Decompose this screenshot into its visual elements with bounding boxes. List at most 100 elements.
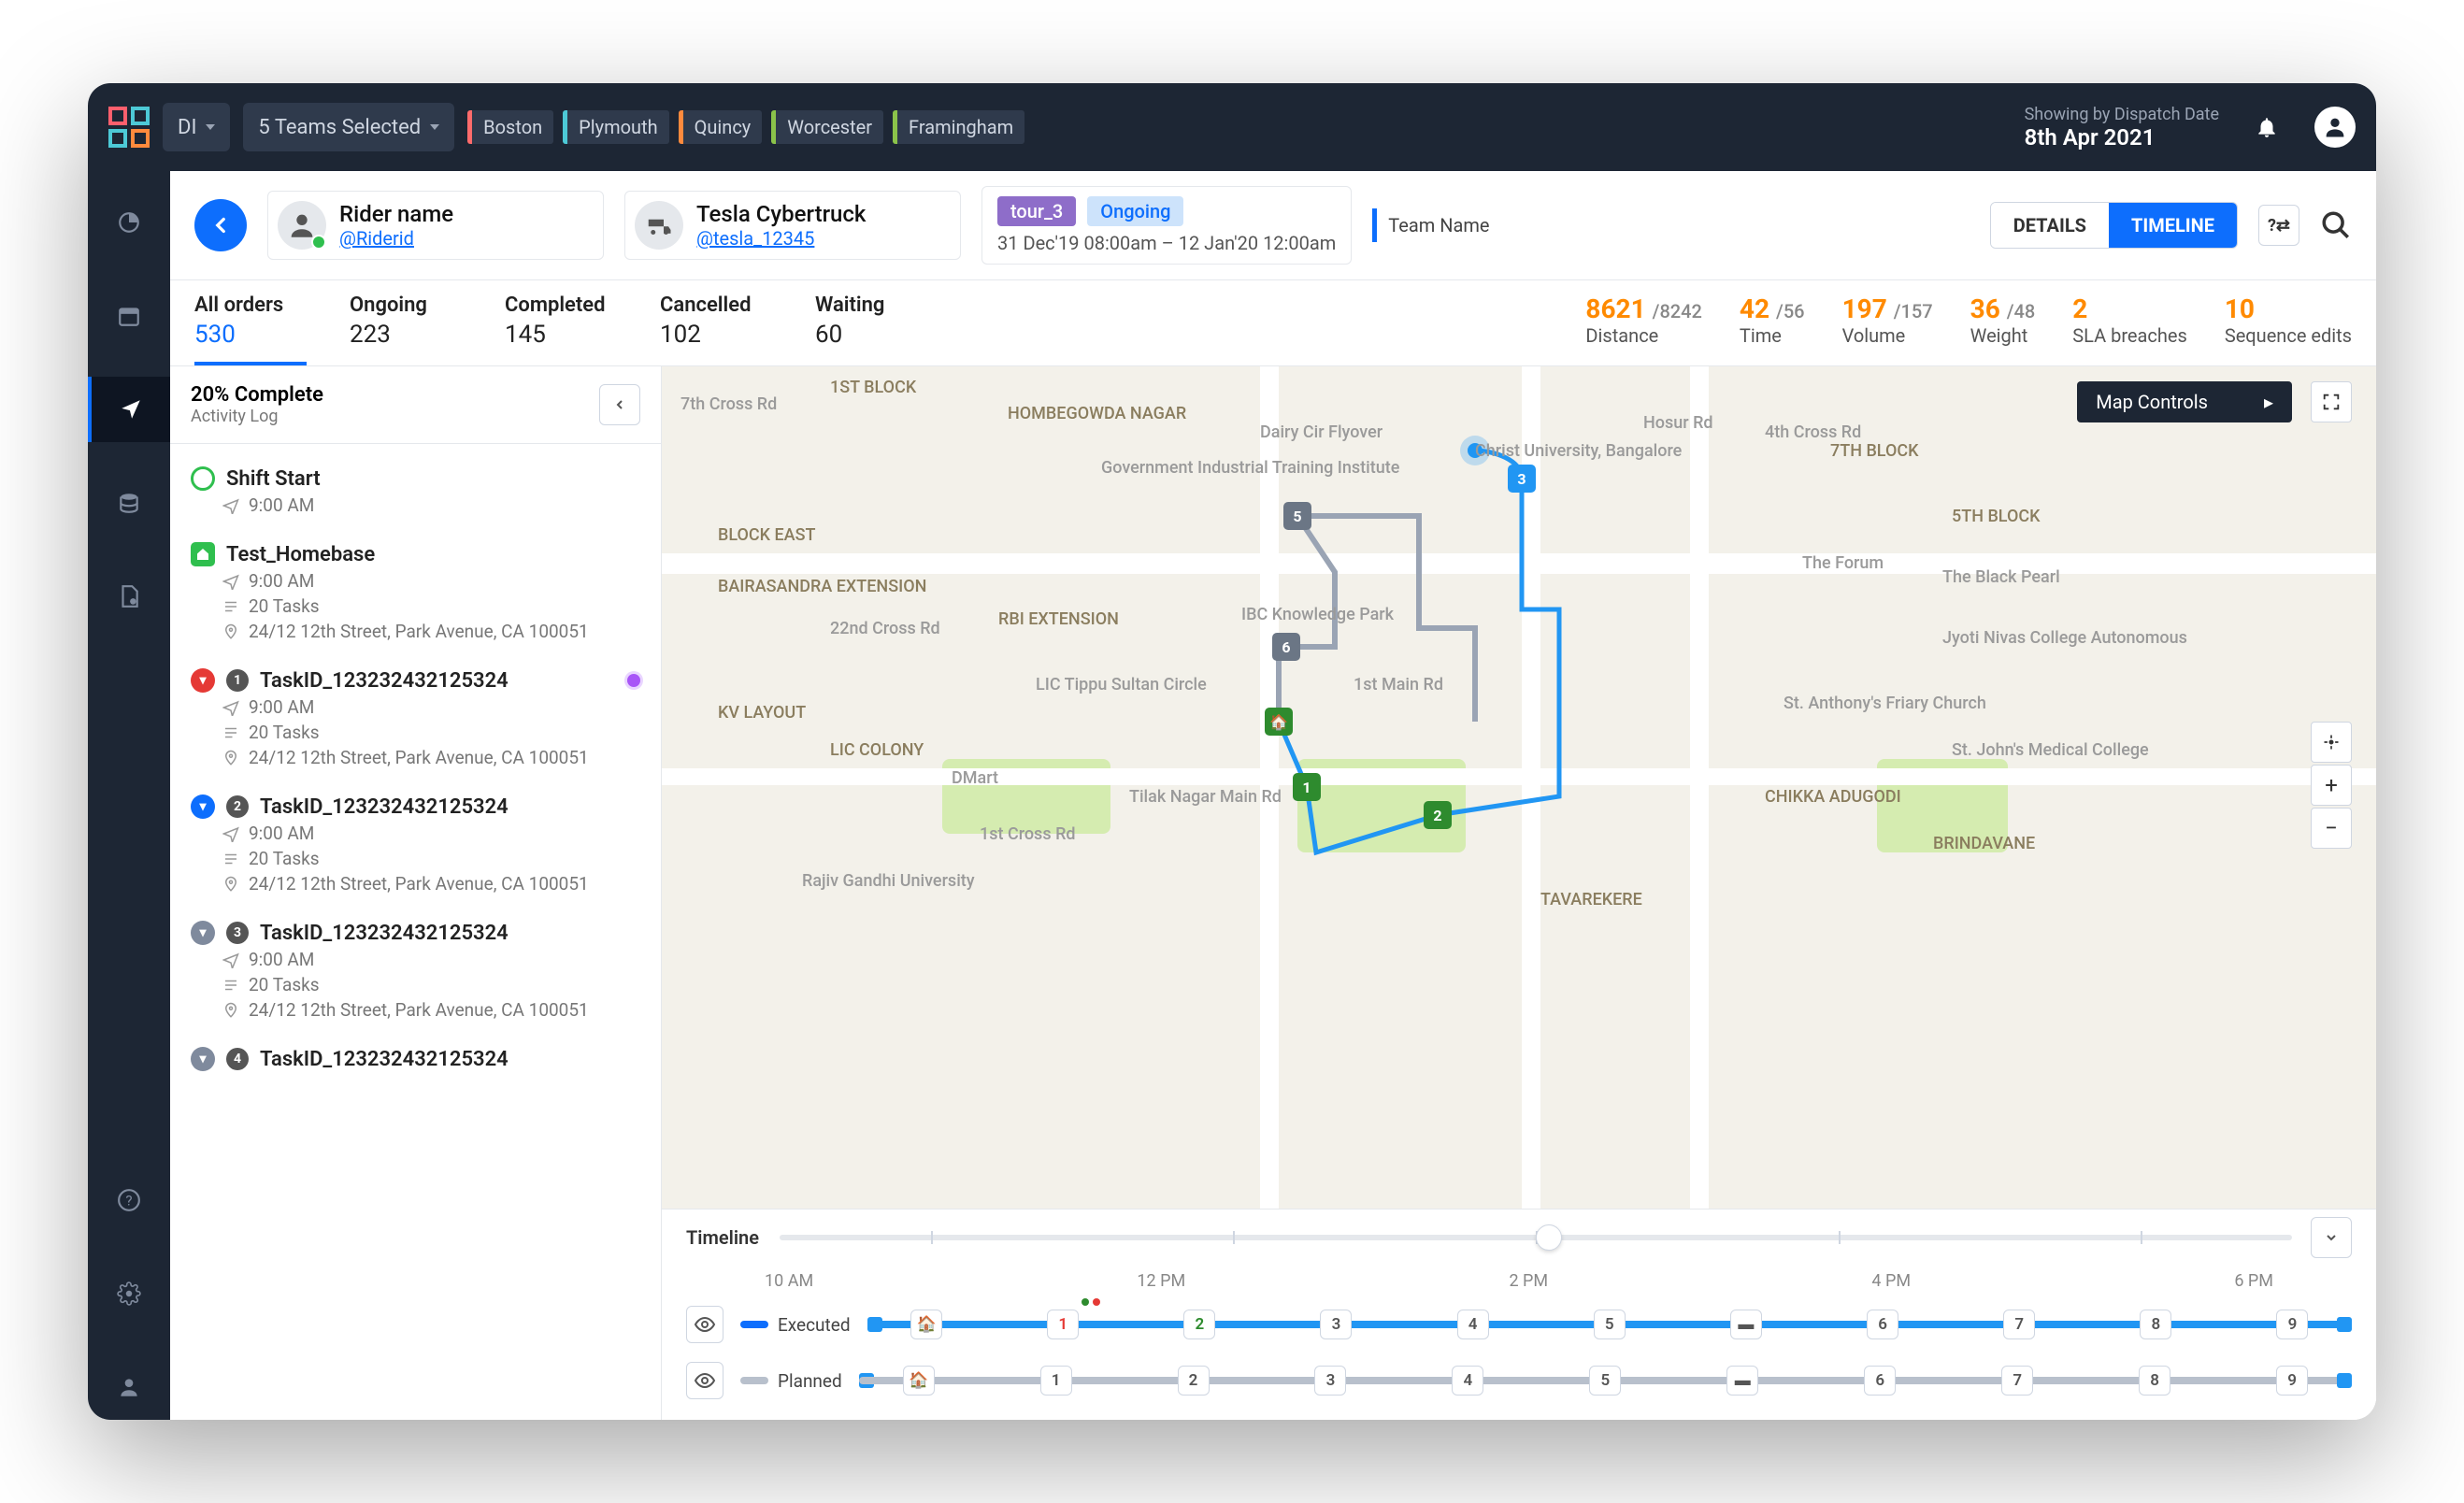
- city-tag[interactable]: Boston: [467, 110, 553, 144]
- map-view[interactable]: Map Controls▸ + − 1ST BLOCKHOMBEGOWDA NA…: [662, 366, 2376, 1209]
- metric-volume: 197 /157Volume: [1842, 293, 1933, 347]
- activity-item[interactable]: ▾2TaskID_1232324321253249:00 AM20 Tasks2…: [191, 781, 640, 908]
- timeline-node[interactable]: 6: [1864, 1366, 1896, 1396]
- zoom-out-button[interactable]: −: [2311, 808, 2352, 849]
- timeline-node[interactable]: 5: [1594, 1310, 1626, 1339]
- map-marker[interactable]: 3: [1508, 465, 1536, 493]
- tab-waiting[interactable]: Waiting60: [815, 293, 927, 365]
- timeline-node[interactable]: 4: [1452, 1366, 1483, 1396]
- rail-settings[interactable]: [88, 1261, 170, 1326]
- timeline-node[interactable]: 1: [1040, 1366, 1072, 1396]
- progress-label: 20% Complete: [191, 383, 323, 407]
- timeline-node[interactable]: 2: [1183, 1310, 1215, 1339]
- timeline-node[interactable]: 🏠: [903, 1366, 935, 1396]
- rail-help[interactable]: ?: [88, 1167, 170, 1233]
- vehicle-chip[interactable]: Tesla Cybertruck@tesla_12345: [624, 191, 961, 260]
- city-tag[interactable]: Plymouth: [563, 110, 668, 144]
- view-toggle: DETAILS TIMELINE: [1990, 202, 2238, 249]
- teams-selector[interactable]: 5 Teams Selected: [243, 103, 454, 151]
- activity-item[interactable]: ▾3TaskID_1232324321253249:00 AM20 Tasks2…: [191, 908, 640, 1034]
- map-label: HOMBEGOWDA NAGAR: [1008, 404, 1186, 423]
- activity-item[interactable]: ▾1TaskID_1232324321253249:00 AM20 Tasks2…: [191, 655, 640, 781]
- map-label: BRINDAVANE: [1933, 834, 2035, 853]
- tab-all-orders[interactable]: All orders530: [194, 293, 307, 365]
- timeline-node[interactable]: ▬: [1730, 1310, 1762, 1339]
- timeline-node[interactable]: ▬: [1726, 1366, 1758, 1396]
- details-tab[interactable]: DETAILS: [1991, 203, 2109, 248]
- timeline-node[interactable]: 2: [1178, 1366, 1210, 1396]
- city-tag[interactable]: Quincy: [679, 110, 763, 144]
- rail-dashboard[interactable]: [88, 190, 170, 255]
- team-tag[interactable]: Team Name: [1372, 208, 1500, 242]
- map-marker[interactable]: 6: [1272, 633, 1300, 661]
- map-label: St. John's Medical College: [1952, 740, 2149, 760]
- map-label: 4th Cross Rd: [1765, 422, 1861, 442]
- timeline-slider[interactable]: [780, 1235, 2292, 1240]
- map-marker[interactable]: 🏠: [1265, 708, 1293, 736]
- timeline-node[interactable]: 8: [2139, 1366, 2170, 1396]
- rail-document[interactable]: [88, 564, 170, 629]
- timeline-node[interactable]: 8: [2140, 1310, 2171, 1339]
- svg-text:?: ?: [125, 1192, 132, 1209]
- map-label: Rajiv Gandhi University: [802, 871, 975, 891]
- recenter-button[interactable]: [2311, 722, 2352, 763]
- toggle-executed-visibility[interactable]: [686, 1306, 723, 1343]
- timeline-node[interactable]: 9: [2276, 1310, 2308, 1339]
- timeline-node[interactable]: 3: [1320, 1310, 1352, 1339]
- vehicle-handle[interactable]: @tesla_12345: [696, 227, 866, 250]
- timeline-node[interactable]: 6: [1867, 1310, 1898, 1339]
- timeline-label: Timeline: [686, 1226, 761, 1249]
- timeline-node[interactable]: 4: [1457, 1310, 1489, 1339]
- timeline-tab[interactable]: TIMELINE: [2109, 203, 2237, 248]
- tab-completed[interactable]: Completed145: [505, 293, 617, 365]
- timeline-thumb[interactable]: [1536, 1224, 1562, 1251]
- tab-ongoing[interactable]: Ongoing223: [350, 293, 462, 365]
- tour-selector[interactable]: tour_3 Ongoing 31 Dec'19 08:00am – 12 Ja…: [981, 186, 1352, 265]
- map-label: 22nd Cross Rd: [830, 619, 940, 638]
- timeline-node[interactable]: 1: [1047, 1310, 1079, 1339]
- activity-item[interactable]: Test_Homebase9:00 AM20 Tasks24/12 12th S…: [191, 529, 640, 655]
- di-selector[interactable]: DI: [163, 103, 230, 151]
- city-tag[interactable]: Framingham: [893, 110, 1024, 144]
- rail-profile[interactable]: [88, 1354, 170, 1420]
- timeline-node[interactable]: 3: [1314, 1366, 1346, 1396]
- timeline-node[interactable]: 🏠: [910, 1310, 942, 1339]
- executed-lane[interactable]: 🏠 1 2 3 4 5 ▬ 6 7 8 9: [867, 1306, 2352, 1343]
- map-marker[interactable]: 2: [1424, 801, 1452, 829]
- timeline-node[interactable]: 7: [2003, 1310, 2035, 1339]
- collapse-button[interactable]: [599, 384, 640, 425]
- toggle-planned-visibility[interactable]: [686, 1362, 723, 1399]
- planned-lane[interactable]: 🏠 1 2 3 4 5 ▬ 6 7 8 9: [859, 1362, 2352, 1399]
- help-toggle-button[interactable]: ?⇄: [2258, 205, 2299, 246]
- rail-database[interactable]: [88, 470, 170, 536]
- zoom-in-button[interactable]: +: [2311, 765, 2352, 806]
- timeline-expand-button[interactable]: [2311, 1217, 2352, 1258]
- timeline-hour-label: 6 PM: [2234, 1271, 2273, 1291]
- map-label: RBI EXTENSION: [998, 609, 1119, 629]
- fullscreen-button[interactable]: [2311, 381, 2352, 422]
- rail-calendar[interactable]: [88, 283, 170, 349]
- rider-chip[interactable]: Rider name@Riderid: [267, 191, 604, 260]
- map-marker[interactable]: 1: [1293, 773, 1321, 801]
- tab-cancelled[interactable]: Cancelled102: [660, 293, 772, 365]
- rider-handle[interactable]: @Riderid: [339, 227, 453, 250]
- timeline-node[interactable]: 5: [1589, 1366, 1621, 1396]
- search-icon[interactable]: [2320, 209, 2352, 241]
- dispatch-date[interactable]: Showing by Dispatch Date 8th Apr 2021: [2025, 105, 2219, 150]
- timeline-node[interactable]: 7: [2001, 1366, 2033, 1396]
- city-tag[interactable]: Worcester: [771, 110, 883, 144]
- bell-icon[interactable]: [2247, 107, 2286, 147]
- map-marker[interactable]: 5: [1283, 502, 1311, 530]
- map-label: The Forum: [1802, 553, 1884, 573]
- user-avatar[interactable]: [2314, 107, 2356, 148]
- map-controls-button[interactable]: Map Controls▸: [2077, 381, 2292, 422]
- rail-navigate[interactable]: [88, 377, 170, 442]
- timeline-node[interactable]: 9: [2276, 1366, 2308, 1396]
- metric-sla-breaches: 2 SLA breaches: [2072, 293, 2187, 347]
- activity-item[interactable]: ▾4TaskID_123232432125324: [191, 1034, 640, 1088]
- timeline-hour-label: 2 PM: [1509, 1271, 1548, 1291]
- activity-item[interactable]: Shift Start9:00 AM: [191, 453, 640, 529]
- chevron-down-icon: [430, 124, 439, 130]
- back-button[interactable]: [194, 199, 247, 251]
- detail-header: Rider name@Riderid Tesla Cybertruck@tesl…: [170, 171, 2376, 280]
